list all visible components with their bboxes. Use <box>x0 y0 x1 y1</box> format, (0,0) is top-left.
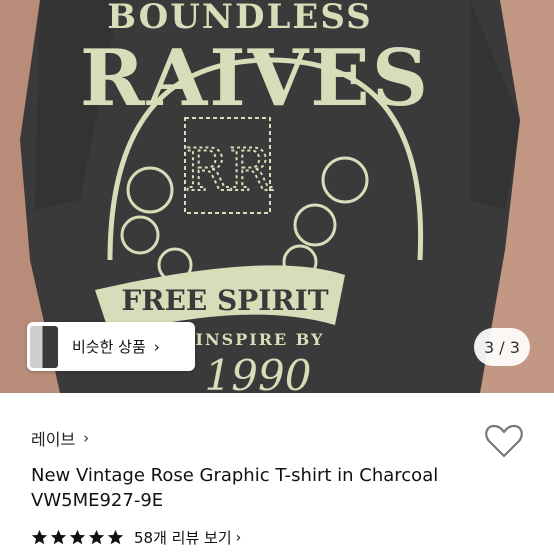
graphic-sub-text: INSPIRE BY <box>196 330 325 349</box>
chevron-right-icon: › <box>235 529 242 546</box>
star-filled-icon <box>69 529 86 545</box>
brand-label: 레이브 <box>31 430 76 449</box>
star-rating <box>31 529 126 546</box>
image-counter: 3 / 3 <box>474 328 530 366</box>
graphic-banner-text: FREE SPIRIT <box>121 284 328 317</box>
brand-link[interactable]: 레이브 › <box>31 426 89 450</box>
similar-products-button[interactable]: 비슷한 상품 › <box>27 322 195 371</box>
star-filled-icon <box>50 529 67 545</box>
heart-outline-icon[interactable] <box>484 423 524 459</box>
rating-row[interactable]: 58개 리뷰 보기 › <box>31 527 241 548</box>
product-image-carousel[interactable]: BOUNDLESS RAIVES RR FREE SPIRIT INSPIRE … <box>0 0 554 393</box>
graphic-monogram: RR <box>184 136 274 204</box>
product-title: New Vintage Rose Graphic T-shirt in Char… <box>31 465 439 511</box>
chevron-right-icon: › <box>153 337 160 356</box>
graphic-top-text: BOUNDLESS <box>107 0 372 37</box>
similar-product-thumbnail <box>30 325 58 368</box>
graphic-main-text: RAIVES <box>80 33 430 124</box>
star-filled-icon <box>107 529 124 545</box>
review-link-label: 58개 리뷰 보기 <box>134 529 232 547</box>
graphic-year: 1990 <box>205 351 312 393</box>
star-filled-icon <box>31 529 48 545</box>
similar-products-label: 비슷한 상품 <box>72 338 146 356</box>
chevron-right-icon: › <box>83 429 90 447</box>
product-info-panel: 레이브 › New Vintage Rose Graphic T-shirt i… <box>0 393 554 554</box>
star-filled-icon <box>88 529 105 545</box>
